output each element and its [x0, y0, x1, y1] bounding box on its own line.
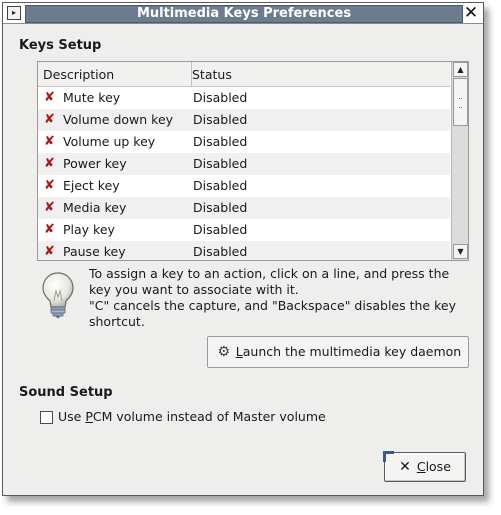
row-description: Volume up key [63, 134, 156, 149]
row-status: Disabled [193, 222, 248, 237]
title-bar[interactable]: ▸ Multimedia Keys Preferences ✕ [3, 3, 483, 24]
x-mark-icon: ✘ [44, 244, 55, 259]
row-description: Pause key [63, 244, 126, 259]
table-row[interactable]: ✘ Power key Disabled [38, 153, 450, 175]
table-row[interactable]: ✘ Volume up key Disabled [38, 131, 450, 153]
row-description: Volume down key [63, 112, 174, 127]
x-mark-icon: ✘ [44, 178, 55, 193]
row-description: Mute key [63, 90, 121, 105]
table-row[interactable]: ✘ Mute key Disabled [38, 87, 450, 109]
info-line-1: To assign a key to an action, click on a… [89, 266, 450, 297]
launch-daemon-label: aunch the multimedia key daemon [242, 344, 462, 359]
x-mark-icon: ✘ [44, 222, 55, 237]
row-status: Disabled [193, 244, 248, 259]
table-row[interactable]: ✘ Play key Disabled [38, 219, 450, 241]
row-description: Media key [63, 200, 127, 215]
title-area[interactable]: Multimedia Keys Preferences [25, 5, 463, 23]
table-row[interactable]: ✘ Pause key Disabled [38, 241, 450, 260]
window-menu-icon[interactable]: ▸ [7, 6, 21, 20]
grip-icon [459, 98, 462, 108]
row-status: Disabled [193, 156, 248, 171]
row-status: Disabled [193, 90, 248, 105]
x-mark-icon: ✘ [44, 112, 55, 127]
x-mark-icon: ✘ [44, 200, 55, 215]
vertical-scrollbar[interactable]: ▲ ▼ [451, 62, 468, 260]
row-status: Disabled [193, 178, 248, 193]
launch-daemon-mnemonic: L [235, 344, 243, 359]
info-line-2: "C" cancels the capture, and "Backspace"… [89, 298, 456, 329]
launch-daemon-button[interactable]: ⚙ Launch the multimedia key daemon [207, 336, 469, 368]
row-status: Disabled [193, 200, 248, 215]
column-header-description[interactable]: Description [38, 62, 192, 86]
key-rows: ✘ Mute key Disabled ✘ Volume down key Di… [38, 87, 450, 260]
keys-tree-view[interactable]: Description Status ✘ Mute key Disabled ✘… [37, 61, 469, 261]
window-title: Multimedia Keys Preferences [136, 6, 352, 21]
column-header-status[interactable]: Status [187, 62, 450, 86]
info-text: To assign a key to an action, click on a… [89, 266, 469, 330]
pcm-label-prefix: Use [58, 409, 86, 424]
pcm-label-mnemonic: P [85, 409, 93, 424]
close-icon: ✕ [399, 459, 411, 475]
row-status: Disabled [193, 134, 248, 149]
close-button[interactable]: ✕ Close [384, 452, 466, 482]
row-description: Play key [63, 222, 115, 237]
row-status: Disabled [193, 112, 248, 127]
pcm-volume-label[interactable]: Use PCM volume instead of Master volume [58, 409, 326, 424]
lightbulb-icon [42, 272, 74, 319]
sound-setup-heading: Sound Setup [19, 385, 113, 400]
x-mark-icon: ✘ [44, 134, 55, 149]
pcm-volume-checkbox[interactable] [40, 411, 53, 424]
window-close-icon[interactable]: ✕ [463, 4, 479, 22]
table-row[interactable]: ✘ Media key Disabled [38, 197, 450, 219]
preferences-window: ▸ Multimedia Keys Preferences ✕ Keys Set… [2, 2, 484, 496]
x-mark-icon: ✘ [44, 90, 55, 105]
close-mnemonic: C [416, 459, 426, 474]
gears-icon: ⚙ [217, 344, 231, 360]
table-row[interactable]: ✘ Eject key Disabled [38, 175, 450, 197]
row-description: Eject key [63, 178, 120, 193]
x-mark-icon: ✘ [44, 156, 55, 171]
pcm-label-rest: CM volume instead of Master volume [92, 409, 326, 424]
scroll-up-icon[interactable]: ▲ [453, 62, 468, 77]
scrollbar-thumb[interactable] [453, 78, 468, 126]
focus-indicator [383, 451, 394, 462]
tree-header: Description Status [38, 62, 450, 87]
table-row[interactable]: ✘ Volume down key Disabled [38, 109, 450, 131]
keys-setup-heading: Keys Setup [19, 38, 102, 53]
row-description: Power key [63, 156, 127, 171]
close-label: lose [425, 459, 451, 474]
scroll-down-icon[interactable]: ▼ [453, 244, 468, 259]
